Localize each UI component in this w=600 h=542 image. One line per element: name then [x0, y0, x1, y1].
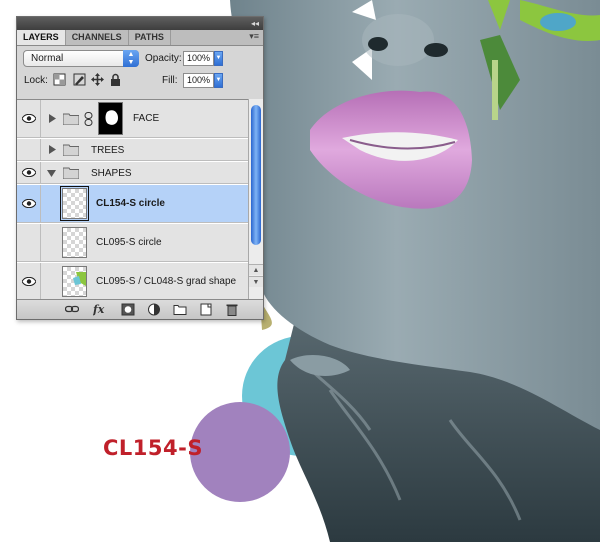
folder-icon	[63, 144, 79, 156]
add-mask-icon[interactable]	[121, 303, 135, 316]
visibility-toggle[interactable]	[17, 100, 41, 137]
fill-label: Fill:	[162, 75, 178, 86]
tab-layers[interactable]: LAYERS	[17, 30, 66, 45]
lock-label: Lock:	[24, 75, 48, 86]
layer-row-trees[interactable]: TREES	[17, 139, 248, 161]
layer-name: CL095-S circle	[96, 237, 162, 248]
opacity-label: Opacity:	[145, 53, 182, 64]
layer-row-grad-shape[interactable]: CL095-S / CL048-S grad shape	[17, 263, 248, 299]
fill-field[interactable]: 100%	[183, 73, 214, 88]
blend-mode-select[interactable]: Normal ▲ ▼	[23, 50, 139, 67]
new-group-icon[interactable]	[173, 303, 187, 316]
layers-bottom-toolbar: fx	[17, 299, 263, 319]
layers-panel: ◂◂ LAYERS CHANNELS PATHS ▾≡ Normal ▲ ▼ Op…	[16, 16, 264, 320]
panel-titlebar[interactable]: ◂◂	[17, 17, 263, 30]
layer-name: FACE	[133, 113, 160, 124]
layer-row-shapes[interactable]: SHAPES	[17, 162, 248, 184]
visibility-toggle[interactable]	[17, 263, 41, 299]
chevron-updown-icon: ▲ ▼	[123, 50, 139, 67]
link-layers-icon[interactable]	[65, 303, 79, 316]
visibility-toggle[interactable]	[17, 224, 41, 261]
layer-name: SHAPES	[91, 168, 132, 179]
lock-paint-icon[interactable]	[73, 73, 86, 86]
fill-dropdown-icon[interactable]: ▼	[214, 73, 223, 88]
layer-row-cl095-circle[interactable]: CL095-S circle	[17, 224, 248, 262]
layer-list: FACE TREES SHAPES CL154-S circle CL095-S…	[17, 99, 263, 299]
layer-row-cl154-circle[interactable]: CL154-S circle	[17, 185, 248, 223]
visibility-toggle[interactable]	[17, 185, 41, 222]
scroll-down-icon[interactable]: ▼	[249, 276, 263, 287]
grad-shape-thumb-icon	[73, 272, 86, 286]
visibility-toggle[interactable]	[17, 139, 41, 160]
scroll-up-icon[interactable]: ▲	[249, 264, 263, 275]
eye-icon[interactable]	[22, 168, 36, 177]
lock-all-icon[interactable]	[109, 73, 122, 86]
visibility-toggle[interactable]	[17, 162, 41, 183]
layer-list-scrollbar[interactable]: ▲ ▼	[248, 99, 263, 299]
opacity-dropdown-icon[interactable]: ▼	[214, 51, 223, 66]
expand-triangle-icon[interactable]	[48, 114, 57, 123]
panel-tab-bar: LAYERS CHANNELS PATHS ▾≡	[17, 30, 263, 46]
swatch-label: CL154-S	[103, 436, 203, 460]
layer-thumbnail[interactable]	[62, 266, 87, 297]
layer-name: TREES	[91, 145, 125, 156]
svg-text:fx: fx	[93, 303, 105, 316]
layer-name: CL154-S circle	[96, 198, 165, 209]
tab-channels[interactable]: CHANNELS	[66, 30, 129, 45]
eye-icon[interactable]	[22, 277, 36, 286]
eye-icon[interactable]	[22, 199, 36, 208]
blend-mode-value: Normal	[31, 53, 64, 64]
lock-position-icon[interactable]	[91, 73, 104, 86]
tab-paths[interactable]: PATHS	[129, 30, 171, 45]
layer-thumbnail[interactable]	[62, 227, 87, 258]
opacity-field[interactable]: 100%	[183, 51, 214, 66]
layer-name: CL095-S / CL048-S grad shape	[96, 276, 237, 287]
collapse-triangle-icon[interactable]	[47, 169, 56, 178]
panel-menu-icon[interactable]: ▾≡	[249, 31, 259, 42]
folder-icon	[63, 113, 79, 125]
eye-icon[interactable]	[22, 114, 36, 123]
scrollbar-thumb[interactable]	[251, 105, 261, 245]
trash-icon[interactable]	[225, 303, 239, 316]
collapse-double-arrow-icon[interactable]: ◂◂	[251, 17, 259, 30]
layer-thumbnail[interactable]	[60, 186, 89, 221]
layer-row-face[interactable]: FACE	[17, 100, 248, 138]
expand-triangle-icon[interactable]	[48, 145, 57, 154]
mask-thumbnail[interactable]	[98, 102, 123, 135]
new-layer-icon[interactable]	[199, 303, 213, 316]
layer-style-fx-icon[interactable]: fx	[93, 303, 109, 316]
folder-icon	[63, 167, 79, 179]
adjustment-layer-icon[interactable]	[147, 303, 161, 316]
chain-link-icon	[84, 112, 93, 126]
purple-circle-shape	[190, 402, 290, 502]
lock-transparency-icon[interactable]	[53, 73, 66, 86]
